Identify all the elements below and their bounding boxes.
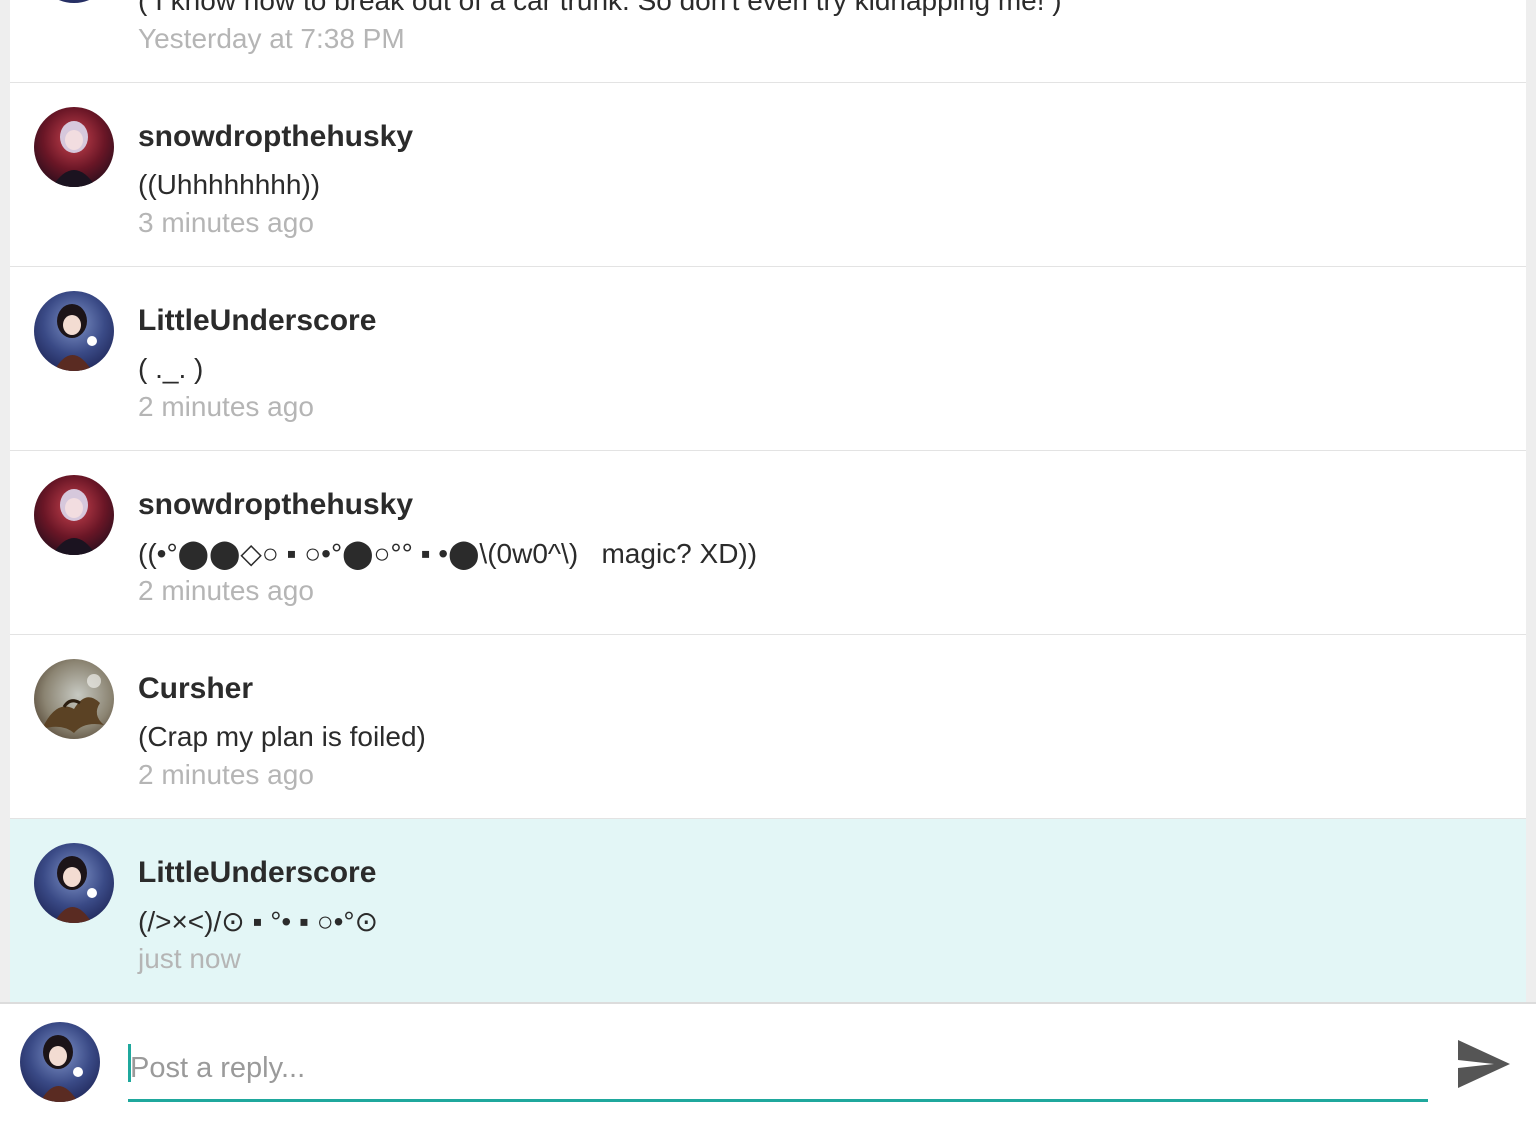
comment-timestamp: 2 minutes ago: [138, 575, 314, 606]
comment-timestamp: 3 minutes ago: [138, 207, 314, 238]
comment-author[interactable]: Cursher: [138, 672, 253, 706]
comment-author[interactable]: snowdropthehusky: [138, 488, 413, 522]
avatar[interactable]: [34, 659, 114, 739]
comment-body: ( ._. ): [138, 353, 204, 384]
reply-bar: [0, 1002, 1536, 1122]
comment-item: LittleUnderscore ( ._. ) 2 minutes ago: [10, 267, 1526, 451]
avatar[interactable]: [34, 475, 114, 555]
comment-item: ( I know how to break out of a car trunk…: [10, 0, 1526, 83]
avatar[interactable]: [34, 0, 114, 3]
comment-item: Cursher (Crap my plan is foiled) 2 minut…: [10, 635, 1526, 819]
comment-body: ( I know how to break out of a car trunk…: [138, 0, 1062, 16]
avatar[interactable]: [34, 291, 114, 371]
comment-body: ((Uhhhhhhhh)): [138, 169, 321, 200]
send-icon: [1458, 1040, 1510, 1088]
send-button[interactable]: [1452, 1034, 1516, 1094]
comment-author[interactable]: LittleUnderscore: [138, 304, 376, 338]
comment-author[interactable]: snowdropthehusky: [138, 120, 413, 154]
comment-item: snowdropthehusky ((Uhhhhhhhh)) 3 minutes…: [10, 83, 1526, 267]
comment-body: ((•°⬤⬤◇○ ▪ ○•°⬤○°° ▪ •⬤\(0w0^\) magic? X…: [138, 538, 758, 569]
avatar[interactable]: [34, 107, 114, 187]
comment-timestamp: Yesterday at 7:38 PM: [138, 23, 405, 54]
text-caret: [128, 1044, 131, 1082]
comment-body: (/>×<)/⊙ ▪ °• ▪ ○•°⊙: [138, 906, 379, 937]
comment-item: snowdropthehusky ((•°⬤⬤◇○ ▪ ○•°⬤○°° ▪ •⬤…: [10, 451, 1526, 635]
comment-timestamp: 2 minutes ago: [138, 391, 314, 422]
comment-timestamp: 2 minutes ago: [138, 759, 314, 790]
avatar[interactable]: [34, 843, 114, 923]
reply-input[interactable]: [128, 1038, 1428, 1102]
comment-timestamp: just now: [138, 943, 241, 974]
comment-item-highlighted: LittleUnderscore (/>×<)/⊙ ▪ °• ▪ ○•°⊙ ju…: [10, 819, 1526, 1002]
current-user-avatar[interactable]: [20, 1022, 100, 1102]
comment-body: (Crap my plan is foiled): [138, 721, 426, 752]
comment-feed[interactable]: ( I know how to break out of a car trunk…: [10, 0, 1526, 1002]
comment-author[interactable]: LittleUnderscore: [138, 856, 376, 890]
